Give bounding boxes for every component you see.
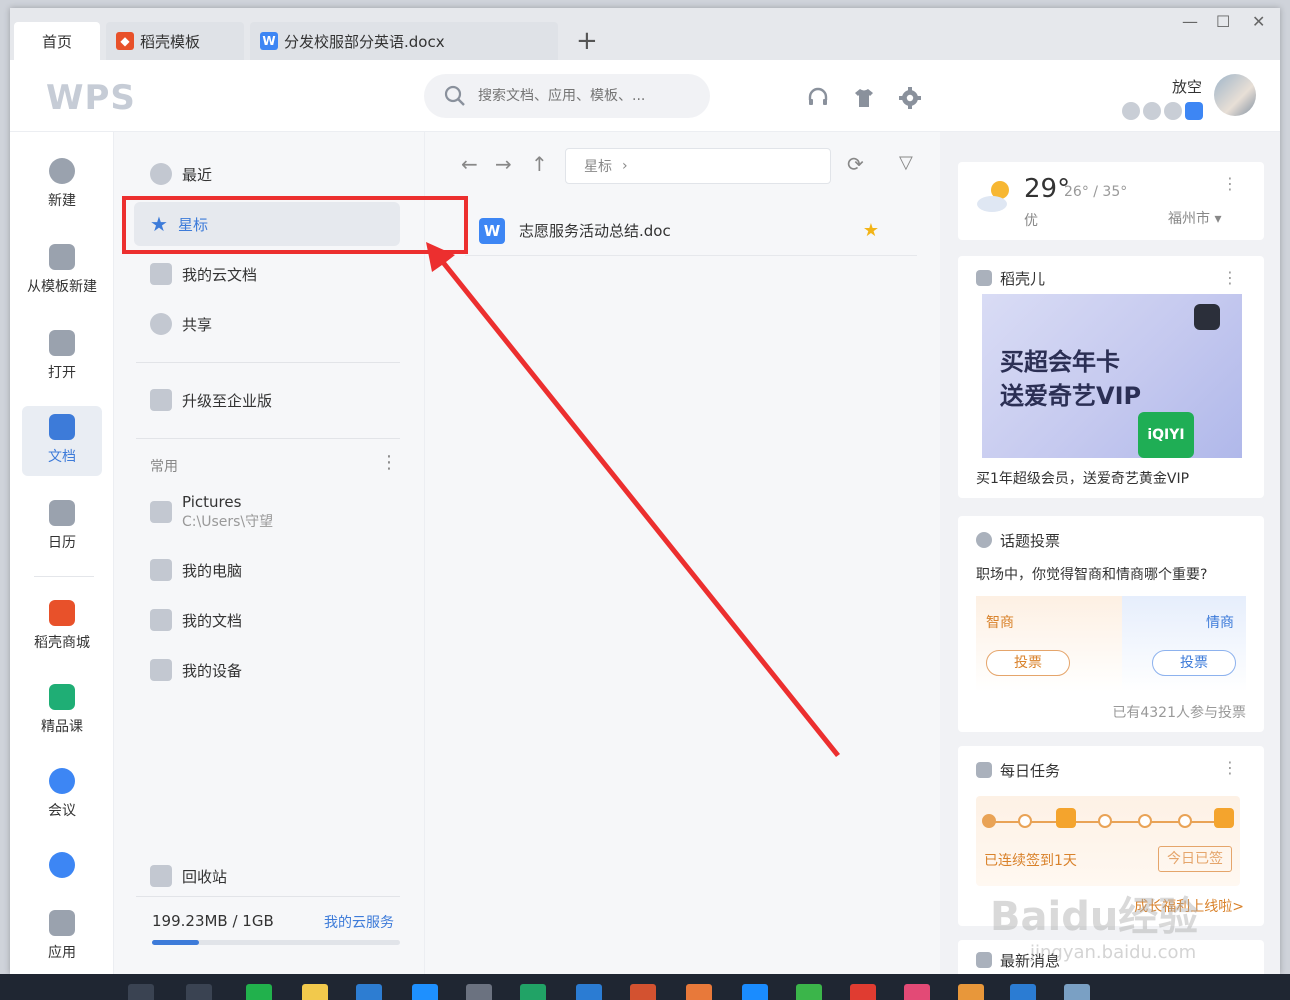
app-icon[interactable] xyxy=(958,984,984,1000)
wps-taskbar-icon[interactable] xyxy=(1010,984,1036,1000)
os-taskbar xyxy=(0,974,1290,1000)
office-icon[interactable] xyxy=(850,984,876,1000)
app-icon[interactable] xyxy=(742,984,768,1000)
app-icon[interactable] xyxy=(686,984,712,1000)
task-view-icon[interactable] xyxy=(186,984,212,1000)
annotation-arrow xyxy=(426,242,840,757)
search-taskbar-icon[interactable] xyxy=(128,984,154,1000)
app-icon[interactable] xyxy=(1064,984,1090,1000)
powerpoint-icon[interactable] xyxy=(630,984,656,1000)
baidu-watermark: Baidu经验 xyxy=(990,894,1199,940)
word-icon[interactable] xyxy=(576,984,602,1000)
store-icon[interactable] xyxy=(466,984,492,1000)
mail-icon[interactable] xyxy=(356,984,382,1000)
app-icon[interactable] xyxy=(796,984,822,1000)
wechat-icon[interactable] xyxy=(246,984,272,1000)
browser-icon[interactable] xyxy=(412,984,438,1000)
file-explorer-icon[interactable] xyxy=(302,984,328,1000)
baidu-watermark-url: jingyan.baidu.com xyxy=(1030,942,1197,963)
excel-icon[interactable] xyxy=(520,984,546,1000)
app-icon[interactable] xyxy=(904,984,930,1000)
